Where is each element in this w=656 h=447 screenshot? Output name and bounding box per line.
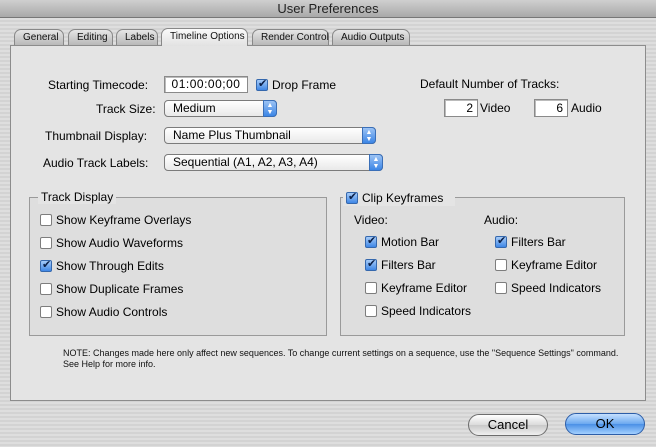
tab-timeline-options[interactable]: Timeline Options: [161, 28, 248, 46]
thumbnail-display-label: Thumbnail Display:: [45, 129, 148, 143]
tab-general[interactable]: General: [14, 29, 64, 45]
video-tracks-label: Video: [480, 101, 511, 115]
show-keyframe-overlays-checkbox[interactable]: [40, 214, 52, 226]
note-text: NOTE: Changes made here only affect new …: [63, 348, 619, 369]
audio-tracks-field[interactable]: 6: [534, 99, 568, 117]
starting-timecode-label: Starting Timecode:: [48, 78, 149, 92]
show-duplicate-frames-label: Show Duplicate Frames: [56, 282, 184, 296]
audio-keyframe-editor-checkbox[interactable]: [495, 259, 507, 271]
audio-track-labels-popup[interactable]: Sequential (A1, A2, A3, A4) ▲ ▼: [164, 154, 383, 171]
video-filters-bar-checkbox[interactable]: [365, 257, 377, 271]
audio-track-labels-value: Sequential (A1, A2, A3, A4): [173, 155, 318, 169]
audio-keyframe-editor-label: Keyframe Editor: [511, 258, 598, 272]
tab-labels[interactable]: Labels: [116, 29, 158, 45]
audio-track-labels-label: Audio Track Labels:: [43, 156, 149, 170]
show-audio-waveforms-checkbox[interactable]: [40, 237, 52, 249]
video-tracks-field[interactable]: 2: [444, 99, 478, 117]
drop-frame-label: Drop Frame: [272, 78, 337, 92]
drop-frame-checkbox[interactable]: [256, 77, 268, 91]
video-speed-indicators-label: Speed Indicators: [381, 304, 472, 318]
show-audio-controls-checkbox[interactable]: [40, 306, 52, 318]
ok-button[interactable]: OK: [565, 413, 645, 435]
cancel-button[interactable]: Cancel: [468, 414, 548, 436]
video-filters-bar-label: Filters Bar: [381, 258, 436, 272]
audio-speed-indicators-checkbox[interactable]: [495, 282, 507, 294]
starting-timecode-field[interactable]: 01:00:00;00: [164, 76, 248, 93]
window-title: User Preferences: [0, 0, 656, 18]
track-size-value: Medium: [173, 101, 216, 115]
show-keyframe-overlays-label: Show Keyframe Overlays: [56, 213, 192, 227]
popup-arrows-icon: ▲ ▼: [369, 154, 383, 171]
clip-keyframes-audio-heading: Audio:: [484, 213, 519, 227]
tab-editing[interactable]: Editing: [68, 29, 113, 45]
clip-keyframes-title: Clip Keyframes: [362, 191, 444, 205]
video-motion-bar-label: Motion Bar: [381, 235, 440, 249]
audio-speed-indicators-label: Speed Indicators: [511, 281, 602, 295]
clip-keyframes-video-heading: Video:: [354, 213, 388, 227]
track-size-label: Track Size:: [96, 102, 156, 116]
popup-arrows-icon: ▲ ▼: [362, 127, 376, 144]
timeline-options-pane: Starting Timecode: 01:00:00;00 Drop Fram…: [10, 45, 646, 401]
show-audio-waveforms-label: Show Audio Waveforms: [56, 236, 183, 250]
track-display-title: Track Display: [38, 190, 117, 204]
show-audio-controls-label: Show Audio Controls: [56, 305, 168, 319]
track-size-popup[interactable]: Medium ▲ ▼: [164, 100, 277, 117]
preferences-window: User Preferences General Editing Labels …: [0, 0, 656, 447]
video-keyframe-editor-label: Keyframe Editor: [381, 281, 468, 295]
show-through-edits-label: Show Through Edits: [56, 259, 164, 273]
popup-arrows-icon: ▲ ▼: [263, 100, 277, 117]
audio-filters-bar-label: Filters Bar: [511, 235, 566, 249]
show-duplicate-frames-checkbox[interactable]: [40, 283, 52, 295]
audio-tracks-label: Audio: [571, 101, 602, 115]
clip-keyframes-checkbox[interactable]: [346, 190, 358, 204]
window-content: General Editing Labels Timeline Options …: [0, 18, 656, 447]
thumbnail-display-popup[interactable]: Name Plus Thumbnail ▲ ▼: [164, 127, 376, 144]
audio-filters-bar-checkbox[interactable]: [495, 234, 507, 248]
video-keyframe-editor-checkbox[interactable]: [365, 282, 377, 294]
thumbnail-display-value: Name Plus Thumbnail: [173, 128, 291, 142]
video-motion-bar-checkbox[interactable]: [365, 234, 377, 248]
show-through-edits-checkbox[interactable]: [40, 258, 52, 272]
tab-audio-outputs[interactable]: Audio Outputs: [332, 29, 410, 45]
default-tracks-label: Default Number of Tracks:: [420, 77, 560, 91]
video-speed-indicators-checkbox[interactable]: [365, 305, 377, 317]
tab-render-control[interactable]: Render Control: [252, 29, 329, 45]
